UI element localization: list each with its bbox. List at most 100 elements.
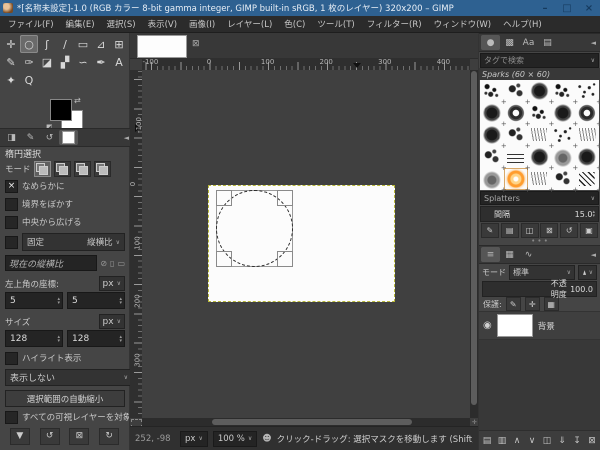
new-layer-button[interactable]: ▤ — [480, 434, 494, 447]
tool-zoom[interactable]: Q — [20, 71, 38, 89]
brush-cell[interactable] — [528, 80, 552, 102]
menu-item-3[interactable]: 表示(V) — [142, 18, 183, 30]
selection-handle-bottom-right[interactable] — [277, 251, 293, 267]
highlight-checkbox[interactable]: ハイライト表示 — [5, 351, 127, 365]
tab-device-status[interactable]: ✎ — [21, 130, 40, 145]
unit-dropdown[interactable]: px ∨ — [180, 431, 208, 447]
position-unit-dropdown[interactable]: px ∨ — [99, 276, 125, 291]
menu-item-10[interactable]: ヘルプ(H) — [497, 18, 548, 30]
menu-item-9[interactable]: ウィンドウ(W) — [428, 18, 498, 30]
brush-cell[interactable] — [480, 80, 504, 102]
tool-move[interactable]: ✛ — [2, 35, 20, 53]
aspect-ratio-input[interactable]: 現在の縦横比 — [5, 255, 97, 271]
spin-down-icon[interactable]: ▾ — [592, 214, 595, 218]
layer-thumbnail[interactable] — [497, 314, 533, 337]
minimize-button[interactable]: – — [534, 0, 556, 16]
spin-down-icon[interactable]: ▾ — [57, 301, 60, 305]
spin-down-icon[interactable]: ▾ — [57, 339, 60, 343]
menu-item-8[interactable]: フィルター(R) — [361, 18, 428, 30]
tool-crop[interactable]: ⊿ — [92, 35, 110, 53]
refresh-brushes-button[interactable]: ↺ — [560, 223, 578, 238]
position-y-spinner[interactable]: 5 ▴▾ — [67, 292, 125, 309]
duplicate-layer-button[interactable]: ◫ — [540, 434, 554, 447]
maximize-button[interactable]: □ — [556, 0, 578, 16]
layer-visibility-eye-icon[interactable]: ◉ — [483, 320, 492, 331]
spin-down-icon[interactable]: ▾ — [119, 339, 122, 343]
tool-measure[interactable]: ∕ — [56, 35, 74, 53]
tab-tool-options[interactable]: ◨ — [2, 130, 21, 145]
tool-paintbrush[interactable]: ✑ — [20, 53, 38, 71]
navigation-button[interactable]: ✛ — [471, 419, 478, 426]
lower-layer-button[interactable]: ∨ — [525, 434, 539, 447]
zoom-dropdown[interactable]: 100 % ∨ — [213, 431, 257, 447]
antialiasing-checkbox[interactable]: なめらかに — [5, 179, 127, 193]
lock-position-button[interactable]: ✛ — [525, 297, 540, 311]
menu-item-5[interactable]: レイヤー(L) — [221, 18, 278, 30]
tool-smudge[interactable]: ∽ — [74, 53, 92, 71]
guides-dropdown[interactable]: 表示しない ∨ — [5, 369, 133, 386]
tool-pencil[interactable]: ✎ — [2, 53, 20, 71]
canvas-viewport[interactable] — [142, 70, 470, 418]
mode-switch-dropdown[interactable]: ◄ ∨ — [578, 265, 597, 280]
fixed-checkbox[interactable] — [5, 236, 18, 249]
raise-layer-button[interactable]: ∧ — [510, 434, 524, 447]
anchor-layer-button[interactable]: ↧ — [570, 434, 584, 447]
horizontal-scrollbar[interactable] — [142, 418, 470, 426]
size-unit-dropdown[interactable]: px ∨ — [99, 314, 125, 329]
delete-brush-button[interactable]: ⊠ — [540, 223, 558, 238]
swap-colors-icon[interactable]: ⇄ — [74, 96, 81, 105]
brush-tag-search[interactable]: タグで検索 ∨ — [480, 53, 599, 68]
delete-layer-button[interactable]: ⊠ — [585, 434, 599, 447]
duplicate-brush-button[interactable]: ◫ — [521, 223, 539, 238]
mode-subtract-button[interactable] — [74, 161, 91, 177]
auto-shrink-button[interactable]: 選択範囲の自動縮小 — [5, 390, 125, 407]
scrollbar-thumb[interactable] — [471, 71, 477, 405]
merge-down-button[interactable]: ⇓ — [555, 434, 569, 447]
brush-tag-entry[interactable]: Splatters ∨ — [480, 191, 599, 205]
tool-eraser[interactable]: ◪ — [38, 53, 56, 71]
new-brush-button[interactable]: ▤ — [501, 223, 519, 238]
menu-item-4[interactable]: 画像(I) — [183, 18, 221, 30]
save-preset-button[interactable]: ▼ — [10, 428, 30, 445]
selection-handle-top-right[interactable] — [277, 190, 293, 206]
mode-add-button[interactable] — [54, 161, 71, 177]
brush-cell[interactable] — [575, 80, 599, 102]
tool-rectangle-select[interactable]: ▭ — [74, 35, 92, 53]
tab-menu-icon[interactable]: ◄ — [591, 39, 598, 47]
tab-menu-icon[interactable]: ◄ — [591, 251, 598, 259]
tab-patterns[interactable]: ▩ — [500, 35, 519, 50]
menu-item-1[interactable]: 編集(E) — [60, 18, 101, 30]
foreground-color-swatch[interactable] — [50, 99, 72, 121]
selection-bounding-box[interactable] — [216, 190, 293, 267]
size-width-spinner[interactable]: 128 ▴▾ — [5, 330, 63, 347]
size-height-spinner[interactable]: 128 ▴▾ — [67, 330, 125, 347]
selection-handle-bottom-left[interactable] — [216, 251, 232, 267]
edit-brush-button[interactable]: ✎ — [481, 223, 499, 238]
menu-item-6[interactable]: 色(C) — [278, 18, 311, 30]
tab-close-icon[interactable]: ⊠ — [192, 39, 200, 49]
tool-unified-transform[interactable]: ⊞ — [110, 35, 128, 53]
portrait-icon[interactable]: ▯ — [110, 259, 114, 268]
close-button[interactable]: × — [578, 0, 600, 16]
spin-down-icon[interactable]: ▾ — [119, 301, 122, 305]
sample-merged-checkbox[interactable]: すべての可視レイヤーを対象にする — [5, 410, 129, 424]
tool-free-select[interactable]: ʃ — [38, 35, 56, 53]
menu-item-0[interactable]: ファイル(F) — [2, 18, 60, 30]
brush-spacing-slider[interactable]: 間隔 15.0 ▴▾ — [480, 206, 599, 222]
fixed-dropdown[interactable]: 固定 縦横比 ∨ — [22, 233, 125, 251]
tab-layers[interactable]: ≡ — [481, 247, 500, 262]
menu-item-2[interactable]: 選択(S) — [101, 18, 142, 30]
tool-ellipse-select[interactable]: ○ — [20, 35, 38, 53]
mode-replace-button[interactable] — [34, 161, 51, 177]
lock-pixels-button[interactable]: ✎ — [506, 297, 521, 311]
tab-paths[interactable]: ∿ — [519, 247, 538, 262]
tool-clone[interactable]: ▞ — [56, 53, 74, 71]
layer-row[interactable]: ◉ 背景 — [479, 311, 600, 340]
image-canvas[interactable] — [208, 185, 395, 302]
tab-images[interactable] — [59, 130, 78, 145]
restore-preset-button[interactable]: ↺ — [40, 428, 60, 445]
brush-cell[interactable] — [504, 80, 528, 102]
reset-options-button[interactable]: ↻ — [99, 428, 119, 445]
mode-intersect-button[interactable] — [94, 161, 111, 177]
open-brush-as-image-button[interactable]: ▣ — [580, 223, 598, 238]
